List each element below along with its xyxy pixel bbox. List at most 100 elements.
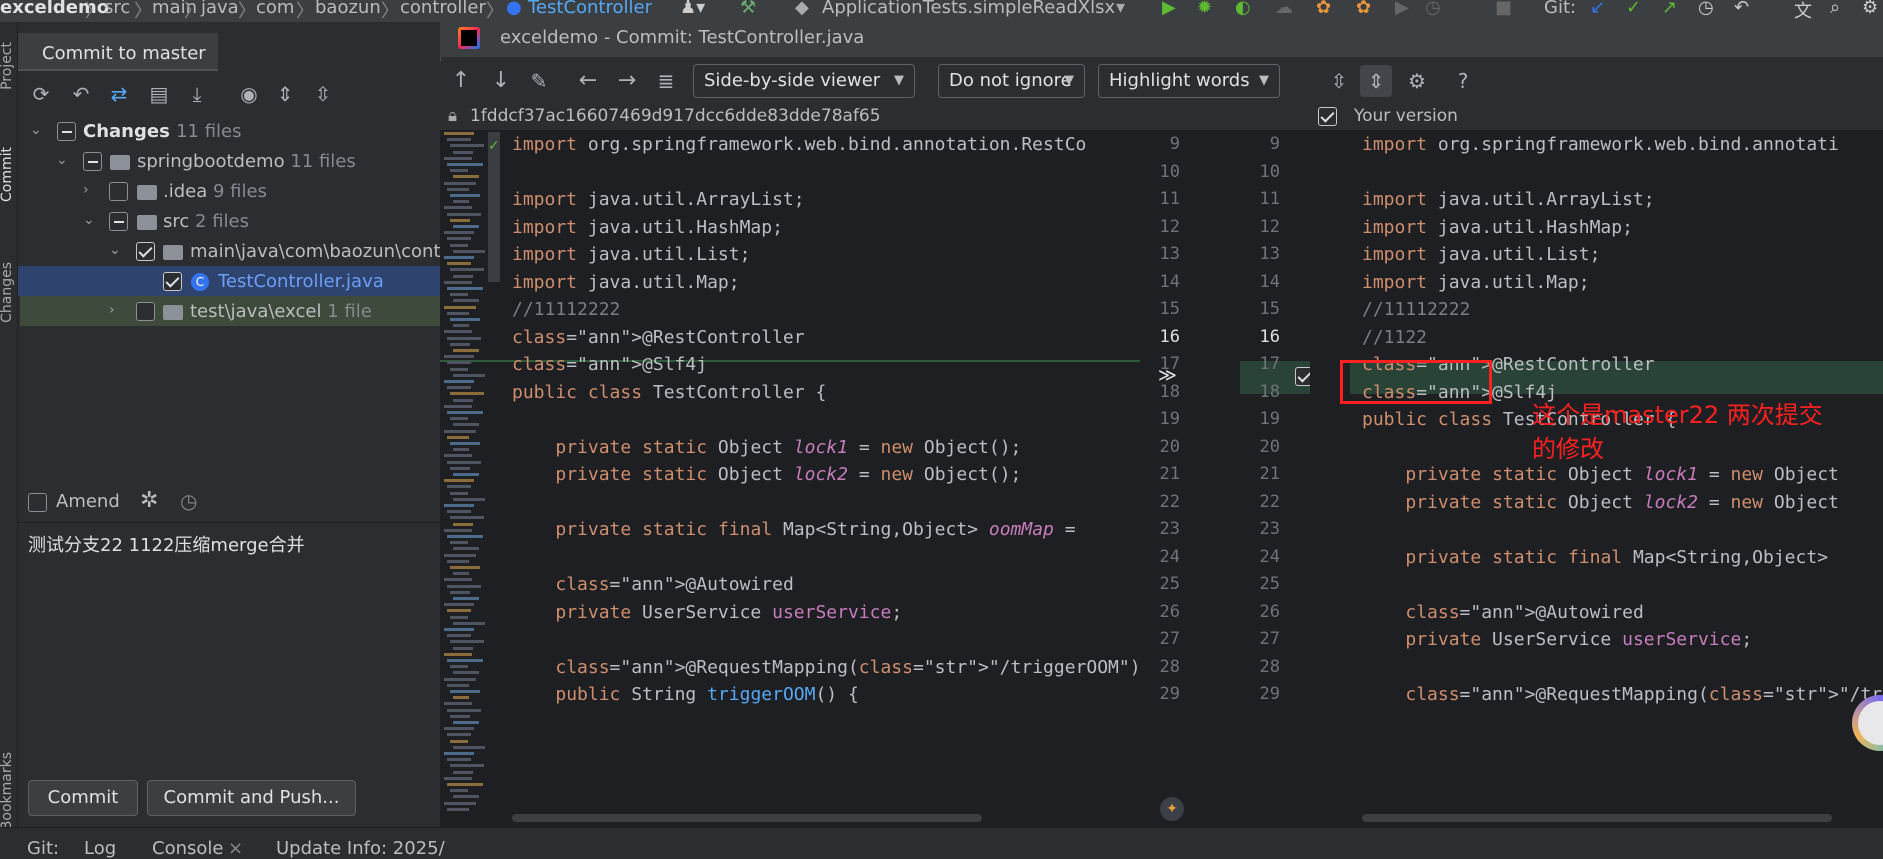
testcontroller-checkbox[interactable] [163,272,182,291]
tree-item-src[interactable]: src 2 files [163,207,249,237]
amend-label[interactable]: Amend [56,491,120,512]
search-icon[interactable]: ⌕ [1830,0,1840,18]
chevron-down-icon[interactable]: ⌄ [56,152,68,168]
plugin-icon-1[interactable]: ✿ [1316,0,1331,18]
rollback-icon[interactable]: ↶ [68,81,94,107]
expand-all-icon[interactable]: ⇕ [272,81,298,107]
build-hammer-icon[interactable]: ⚒ [740,0,756,18]
left-code-line[interactable]: class="ann">@Slf4j [512,351,707,379]
git-push-icon[interactable]: ↗ [1662,0,1677,18]
main-folder-checkbox[interactable] [136,242,155,261]
refresh-icon[interactable]: ⟳ [28,81,54,107]
git-update-icon[interactable]: ↙ [1590,0,1605,18]
help-icon[interactable]: ? [1450,68,1476,94]
left-code-line[interactable]: class="ann">@Autowired [512,571,793,599]
idea-checkbox[interactable] [109,182,128,201]
left-code-line[interactable]: class="ann">@RequestMapping(class="str">… [512,654,1140,682]
right-code-line[interactable]: private static Object lock2 = new Object [1362,489,1839,517]
file-list-icon[interactable]: ≣ [653,68,679,94]
left-code-line[interactable]: private UserService userService; [512,599,902,627]
profiler-icon[interactable]: ☁ [1275,0,1293,18]
collapse-unchanged-icon[interactable]: ⇳ [1326,68,1352,94]
right-code-line[interactable]: import java.util.HashMap; [1362,214,1633,242]
left-code-line[interactable]: private static Object lock1 = new Object… [512,434,1021,462]
minimap-scrollthumb[interactable] [488,132,500,282]
horizontal-scrollbar[interactable] [1362,814,1832,822]
bookmarks-tab[interactable]: Bookmarks [0,752,15,830]
settings-icon[interactable]: ⚙ [1404,68,1430,94]
shelve-icon[interactable]: ▤ [146,81,172,107]
right-code-line[interactable]: class="ann">@RequestMapping(class="str">… [1362,681,1883,709]
viewer-dropdown[interactable]: Side-by-side viewer ▼ [693,64,915,98]
breadcrumb-class[interactable]: TestController [528,0,652,18]
eye-icon[interactable]: ◉ [236,81,262,107]
test-folder-checkbox[interactable] [136,302,155,321]
chevron-right-icon[interactable]: › [83,182,89,198]
run-icon[interactable]: ▶ [1162,0,1176,18]
right-code-line[interactable]: private static final Map<String,Object> [1362,544,1828,572]
console-tab[interactable]: Console [152,838,223,859]
edit-icon[interactable]: ✎ [526,68,552,94]
right-code-line[interactable]: private UserService userService; [1362,626,1752,654]
commit-panel-tab[interactable]: Commit to master [18,33,218,71]
chevron-down-icon[interactable]: ⌄ [30,122,42,138]
download-icon[interactable]: ⤓ [184,81,210,107]
highlight-dropdown[interactable]: Highlight words ▼ [1098,64,1280,98]
settings-icon[interactable]: ⚙ [1862,0,1878,18]
left-code-line[interactable]: public class TestController { [512,379,826,407]
breadcrumb-com[interactable]: com [256,0,294,18]
commit-message-area[interactable]: 测试分支22 1122压缩merge合并 [18,522,440,782]
left-code-line[interactable]: public String triggerOOM() { [512,681,858,709]
commit-tab[interactable]: Commit [0,147,15,202]
commit-and-push-button[interactable]: Commit and Push... [147,780,356,816]
amend-checkbox[interactable] [28,493,47,512]
breadcrumb-java[interactable]: java [201,0,239,18]
user-icon[interactable]: ♟▾ [680,0,705,18]
right-code-line[interactable]: import java.util.List; [1362,241,1600,269]
springbootdemo-checkbox[interactable] [83,152,102,171]
right-code-line[interactable]: import org.springframework.web.bind.anno… [1362,131,1839,159]
diff-icon[interactable]: ⇄ [106,81,132,107]
tree-item-test-folder[interactable]: test\java\excel 1 file [190,297,372,327]
commit-message-text[interactable]: 测试分支22 1122压缩merge合并 [18,523,440,565]
right-code-line[interactable]: import java.util.Map; [1362,269,1590,297]
project-tab[interactable]: Project [0,42,15,90]
commit-button[interactable]: Commit [28,780,138,816]
breadcrumb-src[interactable]: src [104,0,130,18]
bean-icon[interactable]: ✦ [1160,797,1184,821]
chevron-down-icon[interactable]: ⌄ [83,212,95,228]
changes-tab[interactable]: Changes [0,262,15,323]
update-info-tab[interactable]: Update Info: 2025/ [276,838,445,859]
step-icon[interactable]: ▶ [1395,0,1409,18]
chevron-down-icon[interactable]: ⌄ [109,242,121,258]
collapse-all-icon[interactable]: ⇳ [310,81,336,107]
arrow-up-icon[interactable]: ↑ [448,68,474,94]
your-version-checkbox[interactable] [1318,107,1337,126]
right-code-line[interactable]: class="ann">@Autowired [1362,599,1643,627]
left-code-line[interactable]: import org.springframework.web.bind.anno… [512,131,1086,159]
left-code-line[interactable]: import java.util.Map; [512,269,740,297]
arrow-left-icon[interactable]: ← [575,68,601,94]
right-code-line[interactable]: import java.util.ArrayList; [1362,186,1655,214]
coverage-icon[interactable]: ◐ [1235,0,1251,18]
tree-item-idea[interactable]: .idea 9 files [163,177,267,207]
left-code-line[interactable]: import java.util.ArrayList; [512,186,805,214]
breadcrumb-baozun[interactable]: baozun [315,0,381,18]
tree-item-changes[interactable]: Changes 11 files [83,117,242,147]
right-code-line[interactable]: //11112222 [1362,296,1470,324]
left-code-line[interactable]: import java.util.List; [512,241,750,269]
breadcrumb-controller[interactable]: controller [400,0,486,18]
ai-assistant-icon[interactable]: ✲ [140,488,158,513]
left-code-line[interactable]: //11112222 [512,296,620,324]
left-code-line[interactable]: import java.util.HashMap; [512,214,783,242]
stop-icon[interactable]: ■ [1495,0,1512,18]
log-tab[interactable]: Log [84,838,116,859]
horizontal-scrollbar[interactable] [512,814,982,822]
left-code-line[interactable]: private static final Map<String,Object> … [512,516,1075,544]
apply-change-icon[interactable]: ≫ [1158,365,1177,386]
history-icon[interactable]: ◷ [180,489,197,513]
close-icon[interactable]: × [228,838,243,859]
left-code-line[interactable]: private static Object lock2 = new Object… [512,461,1021,489]
right-editor[interactable]: import org.springframework.web.bind.anno… [1350,130,1883,827]
right-code-line[interactable]: //1122 [1362,324,1427,352]
